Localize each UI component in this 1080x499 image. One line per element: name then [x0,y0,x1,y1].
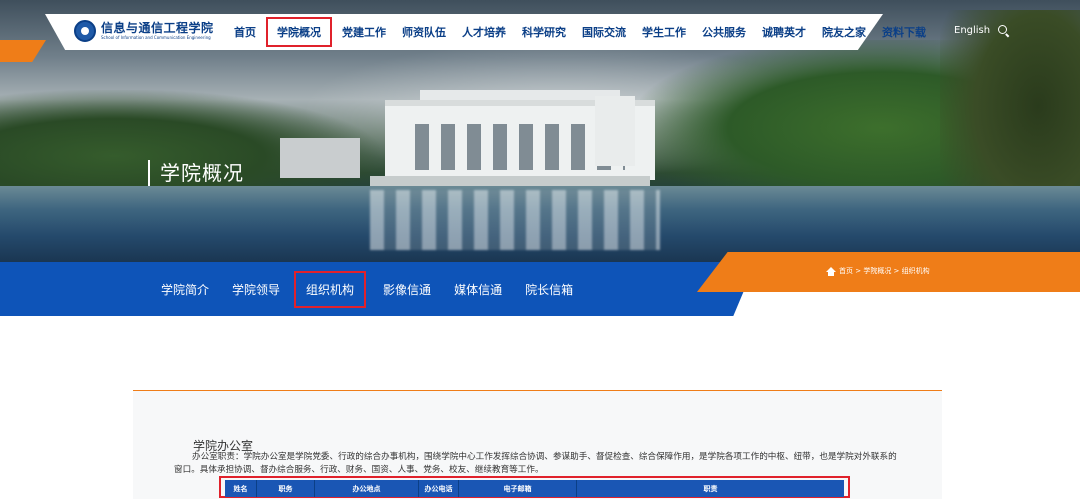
subnav-item-leaders[interactable]: 学院领导 [225,281,287,298]
school-logo[interactable]: 信息与通信工程学院 School of Information and Comm… [74,20,214,42]
menu-item-about[interactable]: 学院概况 [266,17,332,47]
menu-item-party[interactable]: 党建工作 [334,24,394,40]
subnav-item-dean-mailbox[interactable]: 院长信箱 [518,281,580,298]
menu-item-research[interactable]: 科学研究 [514,24,574,40]
section-description: 办公室职责：学院办公室是学院党委、行政的综合办事机构，围绕学院中心工作发挥综合协… [174,452,897,475]
search-icon[interactable] [998,25,1009,36]
logo-emblem-icon [74,20,96,42]
table-header-email: 电子邮箱 [459,480,577,497]
home-icon[interactable] [826,266,836,276]
hero-reflection [370,190,660,250]
menu-item-international[interactable]: 国际交流 [574,24,634,40]
menu-item-home[interactable]: 首页 [226,24,264,40]
breadcrumb-text[interactable]: 首页 > 学院概况 > 组织机构 [839,266,930,276]
menu-item-alumni[interactable]: 院友之家 [814,24,874,40]
menu-item-downloads[interactable]: 资料下载 [874,24,934,40]
subnav-item-intro[interactable]: 学院简介 [154,281,216,298]
menu-item-services[interactable]: 公共服务 [694,24,754,40]
hero-title: 学院概况 [148,160,244,186]
hero-bridge [370,176,650,186]
subnav-item-organization[interactable]: 组织机构 [294,270,367,321]
staff-table-header: 姓名 职务 办公地点 办公电话 电子邮箱 职责 [225,480,844,497]
menu-item-faculty[interactable]: 师资队伍 [394,24,454,40]
sub-menu: 学院简介 学院领导 组织机构 影像信通 媒体信通 院长信箱 [154,262,589,321]
table-header-office: 办公地点 [315,480,419,497]
table-header-phone: 办公电话 [419,480,459,497]
language-search-area: English [954,25,1009,36]
english-link[interactable]: English [954,25,990,36]
table-header-name: 姓名 [225,480,257,497]
menu-item-jobs[interactable]: 诚聘英才 [754,24,814,40]
table-header-duties: 职责 [703,484,718,493]
subnav-item-media[interactable]: 媒体信通 [447,281,509,298]
subnav-item-images[interactable]: 影像信通 [376,281,438,298]
table-header-position: 职务 [257,480,315,497]
logo-name-en: School of Information and Communication … [101,34,211,40]
main-menu: 首页 学院概况 党建工作 师资队伍 人才培养 科学研究 国际交流 学生工作 公共… [226,14,934,50]
hero-building-left [280,138,360,178]
logo-name-cn: 信息与通信工程学院 [101,20,214,35]
menu-item-students[interactable]: 学生工作 [634,24,694,40]
menu-item-education[interactable]: 人才培养 [454,24,514,40]
breadcrumb: 首页 > 学院概况 > 组织机构 [826,266,930,276]
hero-building-tower [595,96,635,166]
